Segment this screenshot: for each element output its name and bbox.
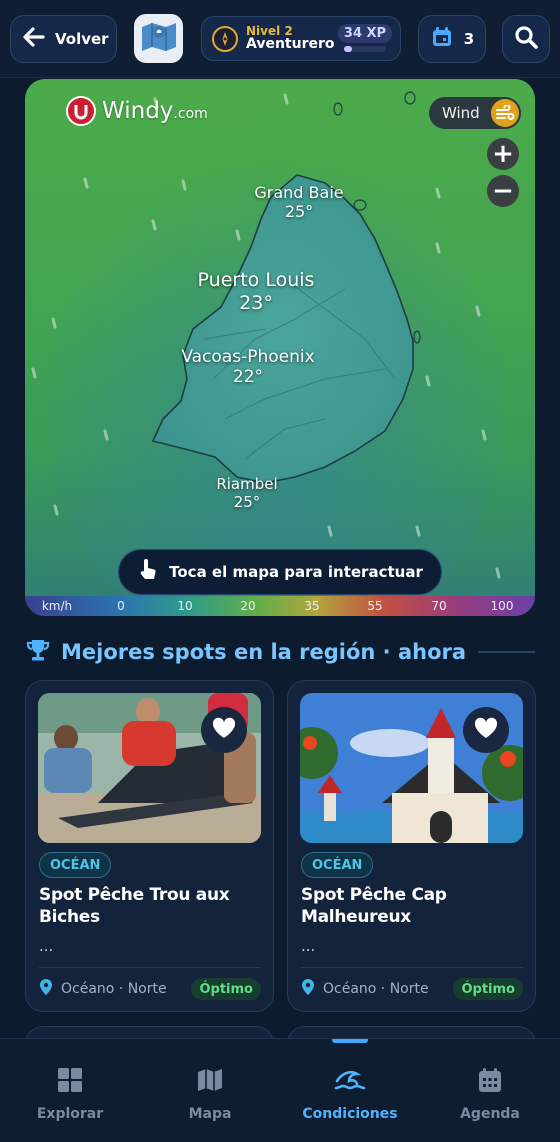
- spot-description: ...: [39, 937, 54, 955]
- spot-location: Océano · Norte: [61, 981, 167, 997]
- card-divider: [39, 967, 261, 968]
- scale-tick: 0: [117, 599, 125, 613]
- nav-label: Explorar: [36, 1106, 104, 1122]
- heart-icon: [473, 716, 499, 744]
- weather-map[interactable]: Windy.com Wind + − Grand Baie 25° Puerto…: [25, 79, 535, 616]
- layer-label: Wind: [442, 104, 480, 122]
- nav-label: Mapa: [188, 1106, 232, 1122]
- map-icon: [196, 1066, 224, 1098]
- windy-name: Windy.com: [102, 98, 208, 124]
- status-badge: Óptimo: [191, 978, 261, 1000]
- city-temp: 25°: [284, 202, 314, 222]
- search-icon: [513, 24, 539, 54]
- spot-image: [300, 693, 523, 843]
- city-temp: 25°: [233, 493, 261, 511]
- status-badge: Óptimo: [453, 978, 523, 1000]
- zoom-in-button[interactable]: +: [487, 138, 519, 170]
- scale-unit: km/h: [41, 599, 73, 613]
- section-divider: [478, 651, 535, 653]
- bottom-nav: Explorar Mapa Condiciones Agenda: [0, 1038, 560, 1142]
- windy-logo-icon: [66, 96, 96, 126]
- city-name: Puerto Louis: [197, 269, 315, 291]
- nav-item-mapa[interactable]: Mapa: [140, 1039, 280, 1142]
- card-divider: [301, 967, 523, 968]
- city-label: Vacoas-Phoenix 22°: [175, 347, 321, 388]
- calendar-count: 3: [463, 30, 475, 48]
- xp-box: 34 XP: [338, 24, 392, 52]
- nav-label: Condiciones: [302, 1106, 398, 1122]
- city-temp: 23°: [239, 291, 273, 314]
- category-tag: OCÉAN: [39, 852, 112, 878]
- category-tag: OCÉAN: [301, 852, 374, 878]
- favorite-button[interactable]: [463, 707, 509, 753]
- search-button[interactable]: [502, 15, 550, 63]
- spot-footer: Océano · Norte Óptimo: [39, 977, 261, 1001]
- calendar-button[interactable]: 3: [418, 15, 486, 63]
- spot-card[interactable]: OCÉAN Spot Pêche Cap Malheureux ... Océa…: [287, 680, 536, 1012]
- city-label: Puerto Louis 23°: [190, 269, 322, 315]
- layer-selector[interactable]: Wind: [429, 97, 521, 129]
- scale-tick: 20: [240, 599, 256, 613]
- spot-location: Océano · Norte: [323, 981, 429, 997]
- city-name: Vacoas-Phoenix: [181, 347, 315, 367]
- trophy-icon: [25, 637, 51, 667]
- nav-item-explorar[interactable]: Explorar: [0, 1039, 140, 1142]
- calendar-icon: [430, 25, 454, 53]
- map-app-button[interactable]: [134, 14, 183, 63]
- interact-hint-button[interactable]: Toca el mapa para interactuar: [118, 549, 442, 595]
- windy-brand-suffix: .com: [173, 106, 208, 122]
- city-temp: 22°: [232, 367, 264, 388]
- spot-title: Spot Pêche Trou aux Biches: [39, 885, 230, 928]
- location-pin-icon: [39, 978, 53, 1000]
- spot-footer: Océano · Norte Óptimo: [301, 977, 523, 1001]
- map-icon: [139, 19, 179, 59]
- city-name: Grand Baie: [254, 183, 344, 202]
- scale-tick: 100: [490, 599, 514, 613]
- heart-icon: [211, 716, 237, 744]
- compass-icon: [212, 25, 238, 52]
- scale-tick: 35: [304, 599, 320, 613]
- level-badge[interactable]: Nivel 2 Aventurero 34 XP: [201, 16, 401, 61]
- section-title: Mejores spots en la región · ahora: [61, 640, 467, 664]
- nav-item-agenda[interactable]: Agenda: [420, 1039, 560, 1142]
- spot-title: Spot Pêche Cap Malheureux: [301, 885, 447, 928]
- xp-badge: 34 XP: [338, 24, 392, 43]
- scale-tick: 70: [431, 599, 447, 613]
- windy-brand: Windy.com: [66, 96, 208, 126]
- scale-tick: 10: [177, 599, 193, 613]
- zoom-out-button[interactable]: −: [487, 175, 519, 207]
- spot-card[interactable]: OCÉAN Spot Pêche Trou aux Biches ... Océ…: [25, 680, 274, 1012]
- interact-label: Toca el mapa para interactuar: [169, 563, 423, 581]
- waves-icon: [334, 1066, 366, 1098]
- nav-label: Agenda: [460, 1106, 520, 1122]
- wind-icon: [491, 99, 519, 127]
- hand-pointer-icon: [137, 558, 159, 586]
- section-header: Mejores spots en la región · ahora: [25, 637, 535, 667]
- city-label: Riambel 25°: [207, 475, 287, 511]
- calendar-icon: [476, 1066, 504, 1098]
- grid-icon: [56, 1066, 84, 1098]
- nav-item-condiciones[interactable]: Condiciones: [280, 1039, 420, 1142]
- windy-brand-text: Windy: [102, 98, 174, 124]
- arrow-left-icon: [21, 24, 47, 54]
- level-name: Aventurero: [246, 36, 335, 53]
- spot-description: ...: [301, 937, 316, 955]
- top-bar: Volver Nivel 2 Aventurero 34 XP 3: [0, 0, 560, 78]
- city-label: Grand Baie 25°: [251, 183, 347, 221]
- location-pin-icon: [301, 978, 315, 1000]
- city-name: Riambel: [216, 475, 278, 493]
- back-button[interactable]: Volver: [10, 15, 117, 63]
- scale-tick: 55: [367, 599, 383, 613]
- back-label: Volver: [55, 30, 109, 48]
- favorite-button[interactable]: [201, 707, 247, 753]
- xp-progress-bar: [344, 46, 386, 52]
- wind-scale-legend: km/h 0 10 20 35 55 70 100: [25, 596, 535, 616]
- spot-image: [38, 693, 261, 843]
